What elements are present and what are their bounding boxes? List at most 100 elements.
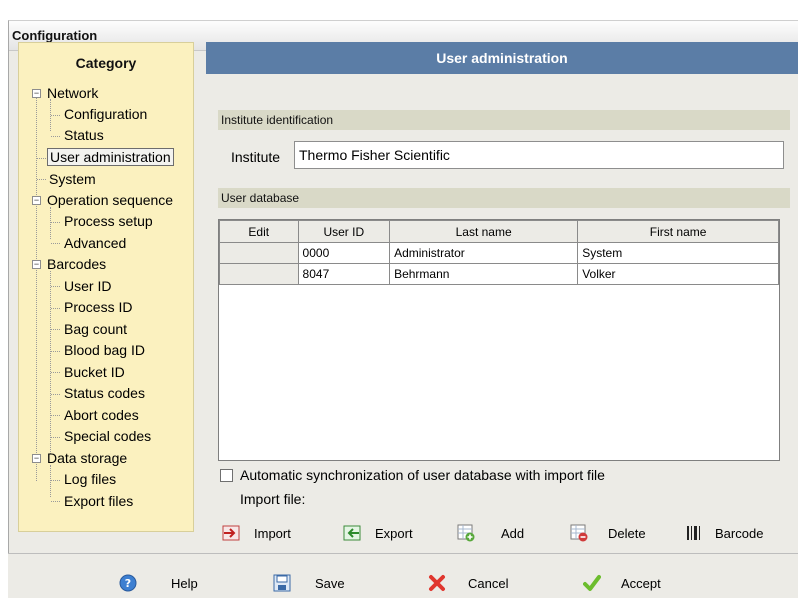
tree-item-status-codes[interactable]: Status codes: [64, 383, 145, 404]
export-icon: [343, 524, 361, 542]
tree-item-network-status[interactable]: Status: [64, 125, 104, 146]
tree-connector: [37, 158, 46, 159]
cancel-button-label: Cancel: [468, 575, 509, 591]
tree-connector: [51, 351, 60, 352]
tree-connector: [51, 222, 60, 223]
tree-connector: [51, 501, 60, 502]
help-button[interactable]: ? Help: [119, 570, 198, 596]
tree-item-operation-sequence[interactable]: Operation sequence: [47, 190, 173, 211]
help-button-label: Help: [171, 575, 198, 591]
institute-input[interactable]: [294, 141, 784, 169]
tree-connector: [37, 179, 46, 180]
edit-cell[interactable]: [219, 263, 299, 285]
tree-connector: [51, 394, 60, 395]
tree-connector: [50, 207, 51, 239]
tree-connector: [50, 271, 51, 454]
close-icon: [428, 574, 446, 592]
barcode-button[interactable]: Barcode: [685, 520, 763, 546]
tree-connector: [51, 480, 60, 481]
tree-item-barcodes[interactable]: Barcodes: [47, 254, 106, 275]
collapse-toggle-icon[interactable]: −: [32, 260, 41, 269]
delete-button-label: Delete: [608, 525, 646, 541]
save-button-label: Save: [315, 575, 345, 591]
tree-connector: [50, 465, 51, 497]
collapse-toggle-icon[interactable]: −: [32, 196, 41, 205]
save-button[interactable]: Save: [273, 570, 345, 596]
tree-connector: [36, 93, 37, 481]
tree-item-advanced[interactable]: Advanced: [64, 233, 126, 254]
tree-connector: [51, 372, 60, 373]
first-name-cell[interactable]: System: [577, 242, 779, 264]
add-button-label: Add: [501, 525, 525, 541]
institute-label: Institute: [231, 149, 281, 165]
user-id-cell[interactable]: 8047: [297, 263, 391, 285]
main-heading: User administration: [206, 42, 798, 74]
user-database-grid[interactable]: Edit User ID Last name First name 0000 A…: [218, 219, 780, 461]
tree-item-system[interactable]: System: [49, 169, 96, 190]
import-file-label: Import file:: [240, 491, 306, 507]
tree-item-network-configuration[interactable]: Configuration: [64, 104, 147, 125]
first-name-cell[interactable]: Volker: [577, 263, 779, 285]
category-heading: Category: [75, 55, 137, 71]
svg-text:?: ?: [125, 577, 131, 590]
tree-connector: [51, 286, 60, 287]
export-button[interactable]: Export: [343, 520, 413, 546]
last-name-cell[interactable]: Administrator: [389, 242, 579, 264]
tree-item-bucket-id[interactable]: Bucket ID: [64, 362, 125, 383]
tree-item-blood-bag-id[interactable]: Blood bag ID: [64, 340, 145, 361]
accept-button[interactable]: Accept: [583, 570, 661, 596]
last-name-cell[interactable]: Behrmann: [389, 263, 579, 285]
cancel-button[interactable]: Cancel: [428, 570, 508, 596]
tree-connector: [51, 415, 60, 416]
tree-connector: [51, 329, 60, 330]
tree-connector: [51, 243, 60, 244]
tree-item-process-setup[interactable]: Process setup: [64, 211, 153, 232]
accept-button-label: Accept: [621, 575, 661, 591]
collapse-toggle-icon[interactable]: −: [32, 454, 41, 463]
column-header-first-name[interactable]: First name: [577, 220, 779, 243]
tree-item-user-id[interactable]: User ID: [64, 276, 111, 297]
tree-item-export-files[interactable]: Export files: [64, 491, 133, 512]
collapse-toggle-icon[interactable]: −: [32, 89, 41, 98]
checkmark-icon: [583, 574, 601, 592]
table-header-row: Edit User ID Last name First name: [219, 220, 779, 243]
user-id-cell[interactable]: 0000: [297, 242, 391, 264]
import-button-label: Import: [254, 525, 291, 541]
column-header-last-name[interactable]: Last name: [389, 220, 579, 243]
table-row[interactable]: 8047 Behrmann Volker: [219, 263, 779, 285]
tree-item-bag-count[interactable]: Bag count: [64, 319, 127, 340]
sync-checkbox[interactable]: [220, 469, 233, 482]
tree-item-log-files[interactable]: Log files: [64, 469, 116, 490]
save-icon: [273, 574, 291, 592]
delete-button[interactable]: Delete: [570, 520, 646, 546]
add-button[interactable]: Add: [457, 520, 524, 546]
tree-item-abort-codes[interactable]: Abort codes: [64, 405, 139, 426]
column-header-user-id[interactable]: User ID: [297, 220, 391, 243]
user-database-section-header: User database: [218, 188, 790, 208]
tree-connector: [51, 136, 60, 137]
edit-cell[interactable]: [219, 242, 299, 264]
tree-connector: [51, 115, 60, 116]
export-button-label: Export: [375, 525, 413, 541]
barcode-button-label: Barcode: [715, 525, 764, 541]
tree-connector: [51, 308, 60, 309]
tree-connector: [51, 437, 60, 438]
institute-section-header: Institute identification: [218, 110, 790, 130]
tree-item-special-codes[interactable]: Special codes: [64, 426, 151, 447]
help-icon: ?: [119, 574, 137, 592]
table-row[interactable]: 0000 Administrator System: [219, 242, 779, 264]
window-title: Configuration: [12, 28, 98, 43]
add-user-icon: [457, 524, 475, 542]
tree-item-process-id[interactable]: Process ID: [64, 297, 132, 318]
tree-item-user-administration[interactable]: User administration: [47, 147, 174, 168]
column-header-edit[interactable]: Edit: [219, 220, 299, 243]
barcode-icon: [685, 524, 703, 542]
delete-user-icon: [570, 524, 588, 542]
import-button[interactable]: Import: [222, 520, 291, 546]
sync-checkbox-label: Automatic synchronization of user databa…: [240, 467, 605, 483]
import-icon: [222, 524, 240, 542]
tree-item-data-storage[interactable]: Data storage: [47, 448, 127, 469]
user-table: Edit User ID Last name First name 0000 A…: [219, 220, 779, 285]
category-panel: Category − Network Configuration Status …: [18, 42, 194, 532]
tree-item-network[interactable]: Network: [47, 83, 98, 104]
